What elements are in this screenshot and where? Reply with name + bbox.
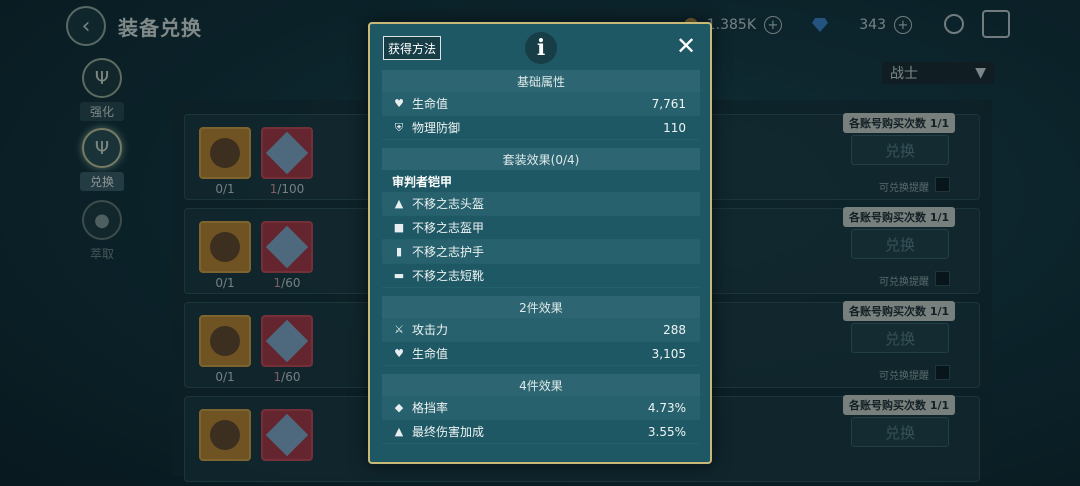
set-name: 审判者铠甲 [392, 174, 453, 189]
modal-header: 获得方法 i ✕ [370, 24, 710, 72]
stat-row: ♥ 生命值 7,761 [382, 92, 700, 116]
stat-label: 攻击力 [412, 323, 449, 337]
set-piece-label: 不移之志短靴 [412, 269, 485, 283]
stat-value: 110 [663, 120, 686, 135]
heart-icon: ♥ [394, 347, 404, 360]
stat-row: ▲ 最终伤害加成 3.55% [382, 420, 700, 444]
stat-row: ⚔ 攻击力 288 [382, 318, 700, 342]
boots-icon: ▬ [393, 269, 405, 282]
damage-boost-icon: ▲ [394, 425, 404, 438]
two-piece-header: 2件效果 [382, 296, 700, 318]
set-piece-row: ▮ 不移之志护手 [382, 240, 700, 264]
obtain-method-button[interactable]: 获得方法 [383, 36, 442, 60]
gauntlet-icon: ▮ [395, 245, 403, 258]
set-piece-label: 不移之志护手 [412, 245, 485, 259]
set-piece-row: ▬ 不移之志短靴 [382, 264, 700, 288]
stat-row: ⛨ 物理防御 110 [382, 116, 700, 140]
stat-value: 3,105 [651, 346, 686, 361]
shield-icon: ⛨ [394, 120, 404, 134]
four-piece-header: 4件效果 [382, 374, 700, 396]
set-effect-header: 套装效果(0/4) [382, 148, 700, 170]
stat-value: 288 [663, 322, 686, 337]
stat-label: 物理防御 [412, 121, 461, 135]
crossed-swords-icon: ⚔ [394, 323, 404, 336]
modal-body: 基础属性 ♥ 生命值 7,761 ⛨ 物理防御 110 套装效果(0/4) 审判… [382, 70, 700, 454]
set-piece-row: ▲ 不移之志头盔 [382, 192, 700, 216]
helmet-icon: ▲ [394, 197, 404, 210]
stat-value: 4.73% [647, 400, 686, 415]
stat-label: 生命值 [412, 347, 449, 361]
set-piece-label: 不移之志头盔 [412, 197, 485, 211]
stat-label: 格挡率 [412, 401, 449, 415]
set-piece-label: 不移之志盔甲 [412, 221, 485, 235]
basic-stats-header: 基础属性 [382, 70, 700, 92]
stat-label: 最终伤害加成 [412, 425, 485, 439]
stat-row: ♥ 生命值 3,105 [382, 342, 700, 366]
stat-label: 生命值 [412, 97, 449, 111]
set-info-modal: 获得方法 i ✕ 基础属性 ♥ 生命值 7,761 ⛨ 物理防御 110 套装效… [368, 22, 712, 464]
stat-value: 7,761 [651, 96, 686, 111]
set-piece-row: ■ 不移之志盔甲 [382, 216, 700, 240]
block-icon: ◆ [394, 401, 404, 414]
stat-row: ◆ 格挡率 4.73% [382, 396, 700, 420]
heart-icon: ♥ [394, 97, 404, 110]
info-icon: i [525, 32, 557, 64]
close-icon[interactable]: ✕ [676, 34, 696, 58]
armor-icon: ■ [393, 221, 405, 234]
stat-value: 3.55% [647, 424, 686, 439]
